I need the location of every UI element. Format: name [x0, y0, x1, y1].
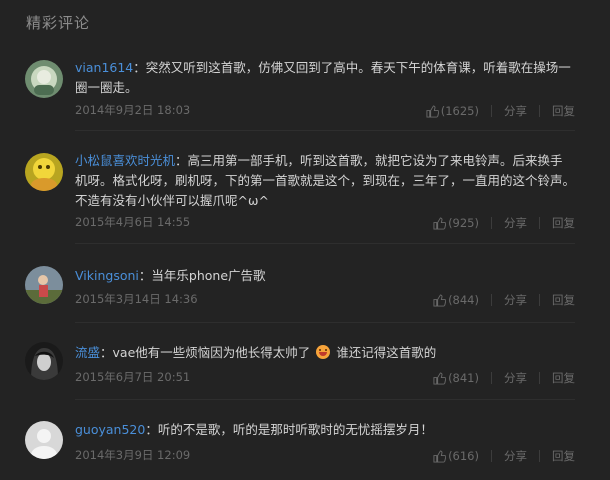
comment-username[interactable]: Vikingsoni	[75, 268, 139, 283]
comment-time: 2014年9月2日 18:03	[75, 103, 191, 117]
divider	[491, 450, 492, 462]
like-button[interactable]: (925)	[433, 216, 479, 230]
thumbs-up-icon	[433, 216, 447, 230]
like-count: (1625)	[440, 104, 479, 118]
avatar[interactable]	[25, 342, 63, 380]
reply-button[interactable]: 回复	[552, 292, 575, 308]
divider	[539, 105, 540, 117]
comment-text: 听的不是歌，听的是那时听歌时的无忧摇摆岁月！	[157, 422, 433, 437]
comment-text: vae他有一些烦恼因为他长得太帅了	[112, 345, 311, 360]
comment-username[interactable]: vian1614	[75, 60, 133, 75]
divider	[539, 450, 540, 462]
share-button[interactable]: 分享	[504, 103, 527, 119]
comment-meta: 2014年9月2日 18:03 (1625) 分享 回复	[75, 102, 575, 120]
share-button[interactable]: 分享	[504, 370, 527, 386]
comment-actions: (1625) 分享 回复	[426, 102, 575, 120]
like-count: (841)	[448, 371, 479, 385]
comment-divider	[75, 130, 575, 131]
comment-username[interactable]: 小松鼠喜欢时光机	[75, 153, 175, 168]
divider	[491, 105, 492, 117]
comment-actions: (841) 分享 回复	[433, 369, 575, 387]
comment-actions: (616) 分享 回复	[433, 447, 575, 465]
comment-meta: 2014年3月9日 12:09 (616) 分享 回复	[75, 447, 575, 465]
comment-content: 小松鼠喜欢时光机：高三用第一部手机，听到这首歌，就把它设为了来电铃声。后来换手机…	[75, 153, 576, 208]
hot-comments-panel: 精彩评论 vian1614：突然又听到这首歌，仿佛又回到了高中。春天下午的体育课…	[0, 0, 610, 480]
divider	[539, 217, 540, 229]
divider	[539, 372, 540, 384]
comment-time: 2014年3月9日 12:09	[75, 448, 191, 462]
divider	[491, 372, 492, 384]
avatar[interactable]	[25, 60, 63, 98]
thumbs-up-icon	[433, 449, 447, 463]
comment-content: Vikingsoni：当年乐phone广告歌	[75, 268, 266, 283]
comment-content: guoyan520：听的不是歌，听的是那时听歌时的无忧摇摆岁月！	[75, 422, 433, 437]
thumbs-up-icon	[426, 104, 439, 118]
comment-divider	[75, 322, 575, 323]
like-count: (616)	[448, 449, 479, 463]
comment-meta: 2015年6月7日 20:51 (841) 分享 回复	[75, 369, 575, 387]
comment-divider	[75, 399, 575, 400]
reply-button[interactable]: 回复	[552, 448, 575, 464]
comment-time: 2015年4月6日 14:55	[75, 215, 191, 229]
reply-button[interactable]: 回复	[552, 370, 575, 386]
avatar[interactable]	[25, 153, 63, 191]
comment-meta: 2015年4月6日 14:55 (925) 分享 回复	[75, 214, 575, 232]
divider	[491, 294, 492, 306]
comment-text: 谁还记得这首歌的	[336, 345, 437, 360]
like-button[interactable]: (844)	[433, 293, 479, 307]
avatar[interactable]	[25, 266, 63, 304]
thumbs-up-icon	[433, 293, 447, 307]
comment-divider	[75, 243, 575, 244]
share-button[interactable]: 分享	[504, 292, 527, 308]
like-count: (844)	[448, 293, 479, 307]
comment-meta: 2015年3月14日 14:36 (844) 分享 回复	[75, 291, 575, 309]
like-count: (925)	[448, 216, 479, 230]
like-button[interactable]: (1625)	[426, 104, 479, 118]
grin-emoji-icon	[316, 345, 331, 359]
thumbs-up-icon	[433, 371, 447, 385]
like-button[interactable]: (841)	[433, 371, 479, 385]
comment-username[interactable]: guoyan520	[75, 422, 145, 437]
like-button[interactable]: (616)	[433, 449, 479, 463]
divider	[539, 294, 540, 306]
reply-button[interactable]: 回复	[552, 103, 575, 119]
comment-text: 当年乐phone广告歌	[151, 268, 266, 283]
avatar[interactable]	[25, 421, 63, 459]
comment-actions: (844) 分享 回复	[433, 291, 575, 309]
comment-username[interactable]: 流盛	[75, 345, 100, 360]
comment-time: 2015年6月7日 20:51	[75, 370, 191, 384]
share-button[interactable]: 分享	[504, 448, 527, 464]
comment-actions: (925) 分享 回复	[433, 214, 575, 232]
comment-text: 突然又听到这首歌，仿佛又回到了高中。春天下午的体育课，听着歌在操场一圈一圈走。	[75, 60, 571, 95]
comment-time: 2015年3月14日 14:36	[75, 292, 198, 306]
share-button[interactable]: 分享	[504, 215, 527, 231]
section-title: 精彩评论	[26, 14, 91, 32]
reply-button[interactable]: 回复	[552, 215, 575, 231]
divider	[491, 217, 492, 229]
comment-content: 流盛：vae他有一些烦恼因为他长得太帅了 谁还记得这首歌的	[75, 345, 437, 360]
comment-content: vian1614：突然又听到这首歌，仿佛又回到了高中。春天下午的体育课，听着歌在…	[75, 60, 571, 95]
